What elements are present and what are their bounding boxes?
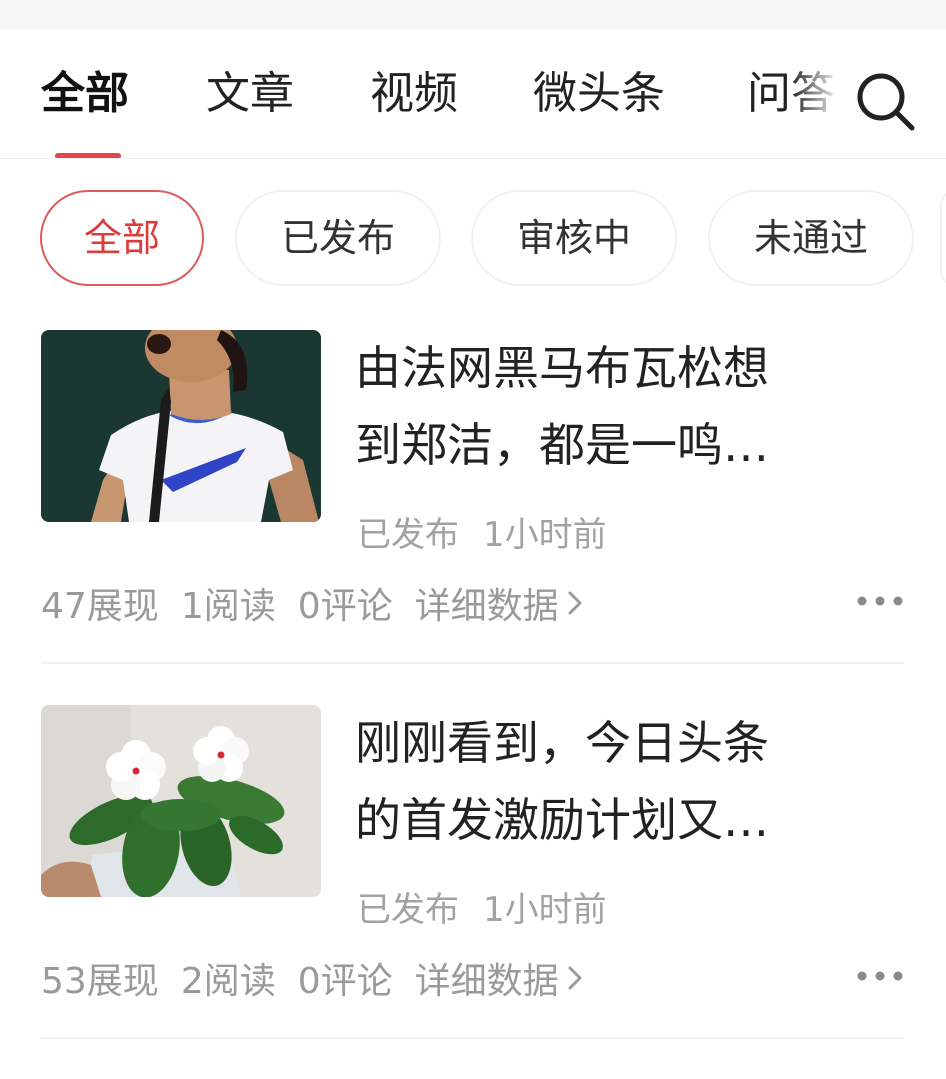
category-tab-bar: 全部 文章 视频 微头条 问答 [0, 30, 946, 159]
publish-time: 1小时前 [483, 515, 607, 555]
tab-videos[interactable]: 视频 [370, 66, 458, 122]
more-options-button[interactable] [856, 588, 904, 614]
detailed-data-label: 详细数据 [414, 961, 559, 1002]
filter-all[interactable]: 全部 [40, 190, 204, 286]
article-title-line: 由法网黑马布瓦松想 [355, 341, 769, 395]
article-title[interactable]: 由法网黑马布瓦松想 到郑洁，都是一鸣… [355, 330, 875, 484]
more-dots-icon [857, 971, 903, 981]
detailed-data-label: 详细数据 [414, 586, 559, 627]
publish-status: 已发布 [357, 890, 459, 930]
tab-all[interactable]: 全部 [41, 66, 129, 122]
filter-overflow-pill [940, 190, 946, 286]
article-stats: 47展现 1阅读 0评论 详细数据 [41, 577, 583, 629]
status-bar-strip [0, 0, 946, 30]
comments-count: 0评论 [297, 961, 393, 1002]
publish-status: 已发布 [357, 515, 459, 555]
filter-under-review[interactable]: 审核中 [471, 190, 677, 286]
impressions-count: 53展现 [41, 961, 159, 1002]
article-stats: 53展现 2阅读 0评论 详细数据 [41, 952, 583, 1004]
detailed-data-link[interactable]: 详细数据 [415, 577, 583, 629]
article-title[interactable]: 刚刚看到，今日头条 的首发激励计划又… [355, 705, 875, 859]
article-title-line: 到郑洁，都是一鸣… [355, 418, 769, 472]
detailed-data-link[interactable]: 详细数据 [415, 952, 583, 1004]
article-meta: 已发布 1小时前 [357, 507, 607, 556]
more-dots-icon [857, 596, 903, 606]
article-title-line: 的首发激励计划又… [355, 793, 769, 847]
reads-count: 2阅读 [180, 961, 276, 1002]
impressions-count: 47展现 [41, 586, 159, 627]
list-divider [41, 1037, 904, 1039]
comments-count: 0评论 [297, 586, 393, 627]
status-filter-bar: 全部 已发布 审核中 未通过 [0, 188, 946, 292]
article-thumbnail-flower[interactable] [41, 705, 321, 897]
search-icon[interactable] [852, 68, 918, 134]
tab-articles[interactable]: 文章 [206, 66, 294, 122]
filter-published[interactable]: 已发布 [235, 190, 441, 286]
chevron-right-icon [568, 591, 582, 615]
active-tab-indicator [55, 153, 121, 158]
list-divider [41, 662, 904, 664]
filter-rejected[interactable]: 未通过 [708, 190, 914, 286]
publish-time: 1小时前 [483, 890, 607, 930]
tab-micro-posts[interactable]: 微头条 [533, 66, 665, 122]
tab-overflow-fade [790, 30, 850, 158]
chevron-right-icon [568, 966, 582, 990]
article-meta: 已发布 1小时前 [357, 882, 607, 931]
more-options-button[interactable] [856, 963, 904, 989]
article-title-line: 刚刚看到，今日头条 [355, 716, 769, 770]
reads-count: 1阅读 [180, 586, 276, 627]
article-thumbnail-tennis[interactable] [41, 330, 321, 522]
